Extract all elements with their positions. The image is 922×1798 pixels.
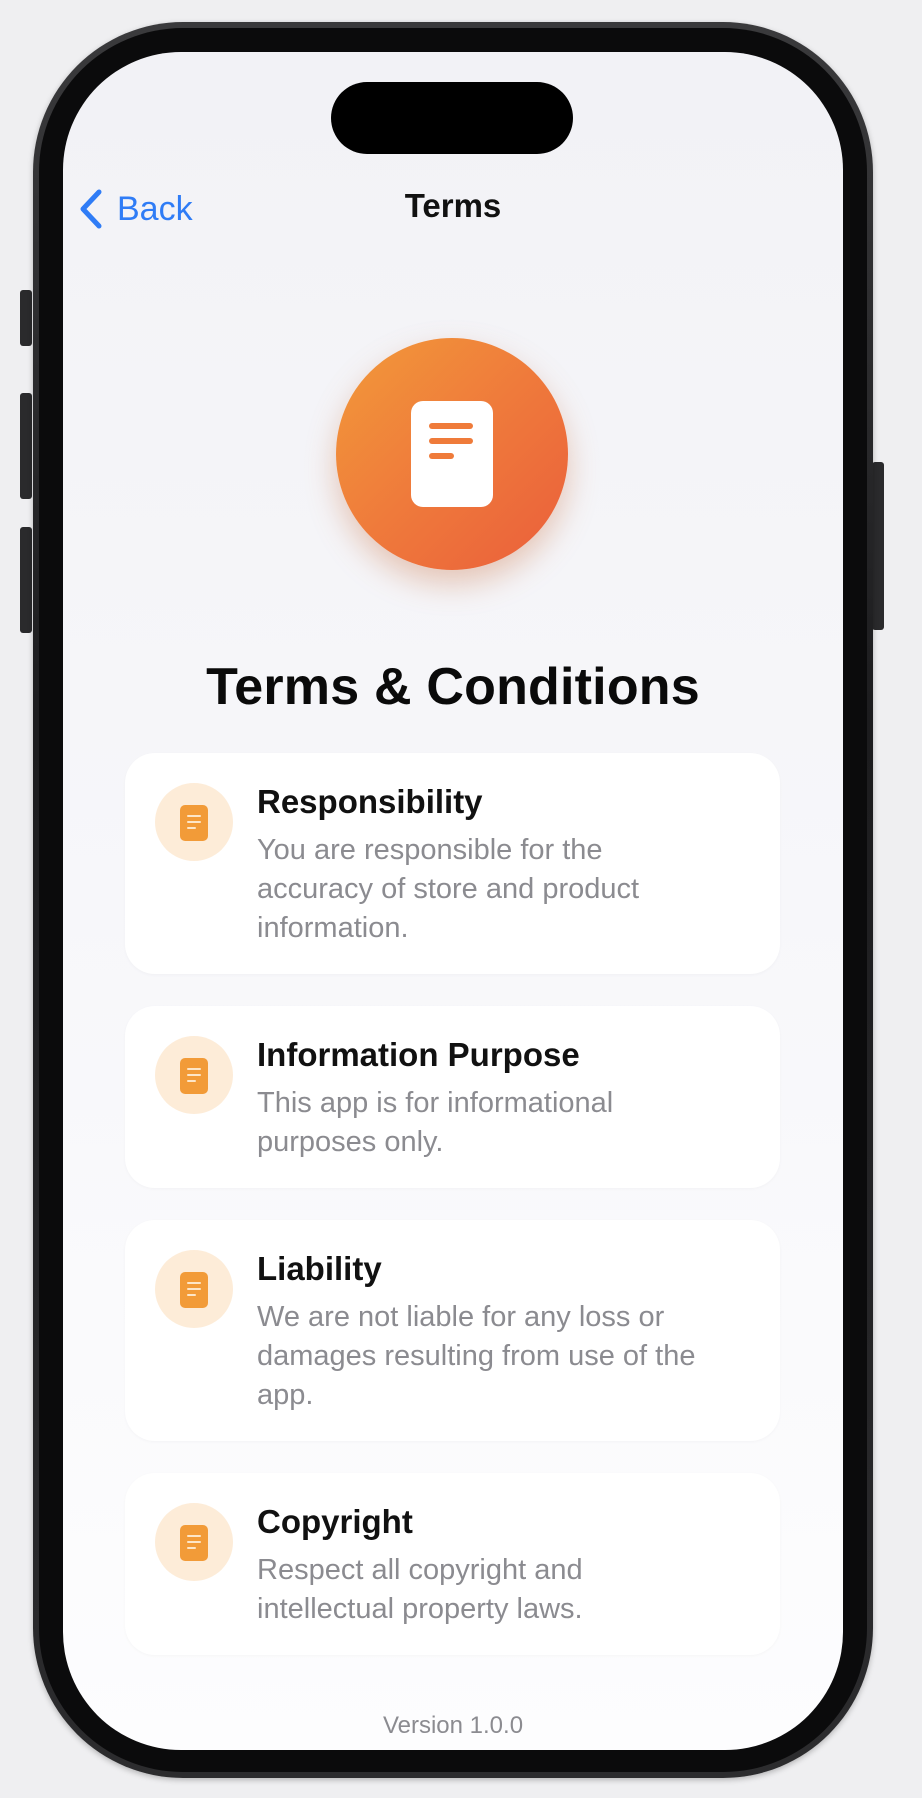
card-title: Liability xyxy=(257,1250,382,1287)
card-description: We are not liable for any loss or damage… xyxy=(257,1301,696,1411)
document-icon xyxy=(180,805,208,841)
document-icon xyxy=(180,1272,208,1308)
terms-card-copyright: Copyright Respect all copyright and inte… xyxy=(125,1473,780,1655)
action-button xyxy=(20,290,32,346)
card-title: Responsibility xyxy=(257,783,483,820)
card-title: Information Purpose xyxy=(257,1036,580,1073)
card-icon-badge xyxy=(155,1036,233,1114)
dynamic-island xyxy=(331,82,573,154)
card-description: You are responsible for the accuracy of … xyxy=(257,834,640,944)
card-icon-badge xyxy=(155,1503,233,1581)
card-description: Respect all copyright and intellectual p… xyxy=(257,1554,583,1625)
terms-card-information-purpose: Information Purpose This app is for info… xyxy=(125,1006,780,1188)
terms-card-responsibility: Responsibility You are responsible for t… xyxy=(125,753,780,974)
screen: Back Terms Terms & Conditions Responsibi… xyxy=(63,52,843,1750)
card-title: Copyright xyxy=(257,1503,413,1540)
document-icon xyxy=(411,401,493,507)
page-title: Terms & Conditions xyxy=(206,658,700,716)
card-description: This app is for informational purposes o… xyxy=(257,1087,614,1158)
volume-up-button xyxy=(20,393,32,499)
hero-icon-circle xyxy=(336,338,568,570)
document-icon xyxy=(180,1058,208,1094)
power-button xyxy=(872,462,884,630)
document-icon xyxy=(180,1525,208,1561)
version-label: Version 1.0.0 xyxy=(382,1712,524,1739)
terms-card-liability: Liability We are not liable for any loss… xyxy=(125,1220,780,1441)
card-icon-badge xyxy=(155,1250,233,1328)
card-icon-badge xyxy=(155,783,233,861)
volume-down-button xyxy=(20,527,32,633)
nav-title: Terms xyxy=(404,187,502,224)
